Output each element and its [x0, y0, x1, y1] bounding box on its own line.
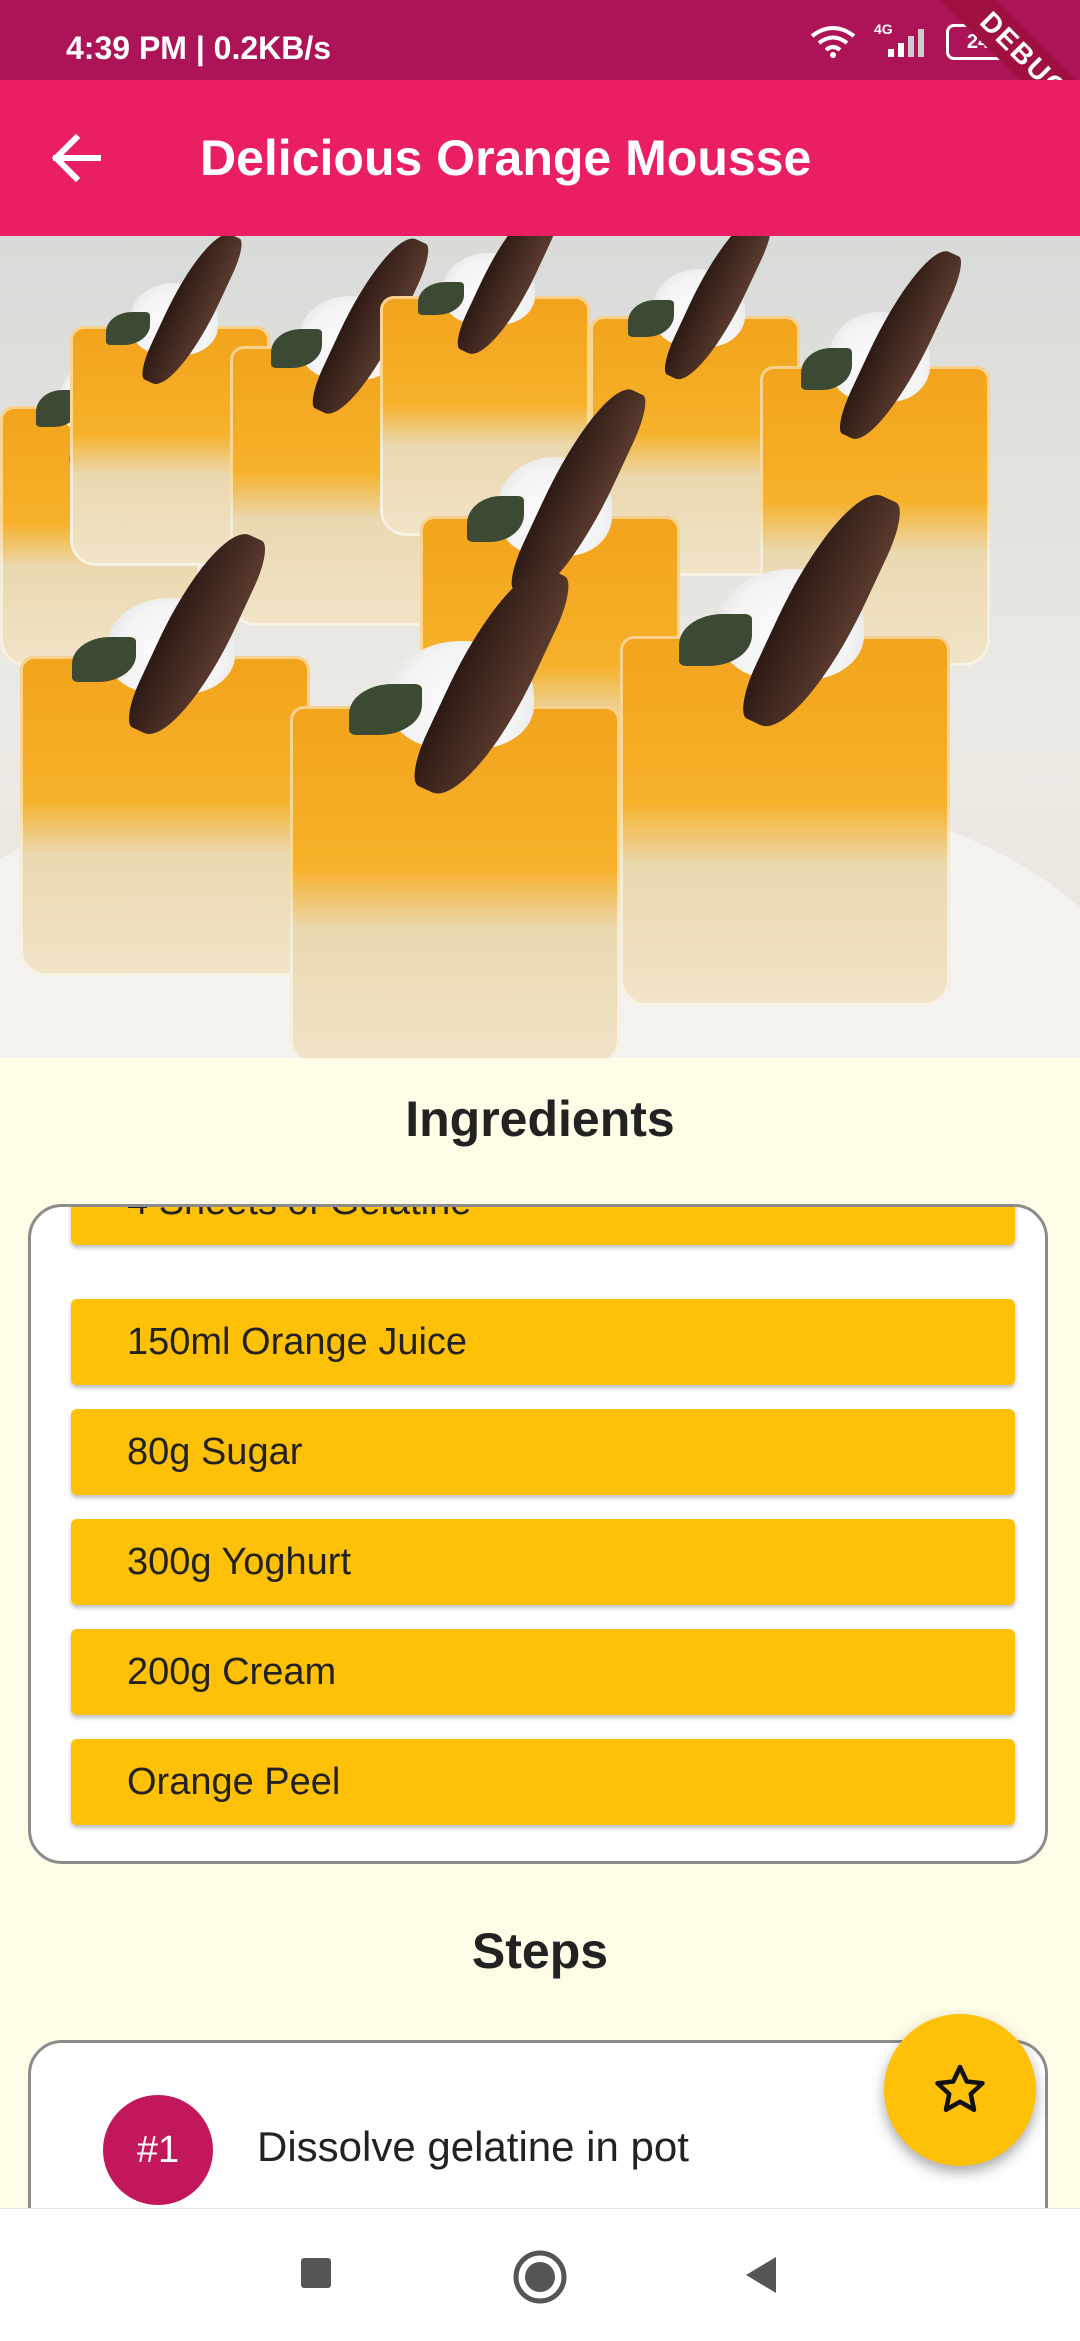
home-icon — [513, 2250, 567, 2304]
ingredients-heading: Ingredients — [405, 1091, 675, 1147]
mousse-cup — [20, 518, 310, 976]
status-time: 4:39 PM | 0.2KB/s — [66, 30, 332, 66]
mousse-cup — [620, 477, 950, 1006]
back-button[interactable] — [46, 126, 110, 190]
recipe-image — [0, 236, 1080, 1058]
step-number-badge: #1 — [103, 2095, 213, 2205]
app-bar: Delicious Orange Mousse — [0, 80, 1080, 236]
ingredient-item: 150ml Orange Juice — [71, 1299, 1015, 1385]
ingredient-item: 200g Cream — [71, 1629, 1015, 1715]
step-text: Dissolve gelatine in pot — [257, 2123, 689, 2170]
ingredient-item: 300g Yoghurt — [71, 1519, 1015, 1605]
ingredient-item: Orange Peel — [71, 1739, 1015, 1825]
ingredients-list[interactable]: 4 Sheets of Gelatine 150ml Orange Juice … — [28, 1204, 1048, 1864]
system-nav-bar — [0, 2208, 1080, 2341]
mousse-cup — [290, 551, 620, 1058]
star-outline-icon — [935, 2064, 985, 2112]
favorite-button[interactable] — [884, 2014, 1036, 2166]
steps-heading: Steps — [471, 1923, 609, 1979]
status-bar: 4:39 PM | 0.2KB/s 4G 24 DEBUG — [0, 0, 1080, 148]
recent-apps-icon — [301, 2258, 331, 2288]
home-button[interactable] — [512, 2249, 568, 2310]
arrow-back-icon — [51, 133, 101, 183]
back-nav-button[interactable] — [740, 2253, 780, 2302]
ingredient-item: 4 Sheets of Gelatine — [71, 1207, 1015, 1245]
ingredient-item: 80g Sugar — [71, 1409, 1015, 1495]
signal-icon: 4G — [874, 21, 928, 59]
back-triangle-icon — [746, 2257, 776, 2293]
recent-apps-button[interactable] — [296, 2253, 336, 2298]
page-title: Delicious Orange Mousse — [200, 130, 812, 186]
wifi-icon — [810, 26, 856, 58]
